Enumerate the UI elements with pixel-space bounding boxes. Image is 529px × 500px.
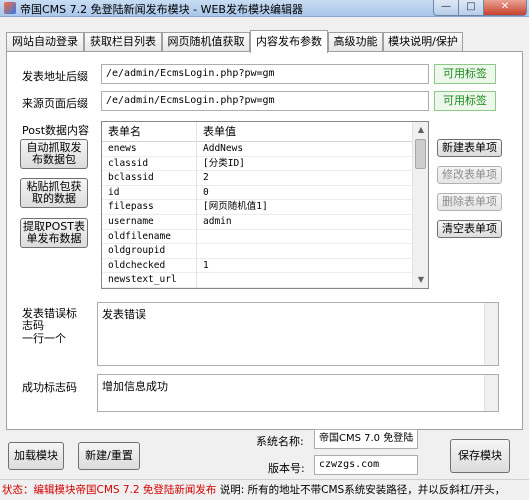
grid-row[interactable]: id 0 bbox=[102, 186, 414, 201]
paste-grab-button[interactable]: 粘贴抓包获取的数据 bbox=[20, 178, 88, 208]
source-url-label: 来源页面后缀 bbox=[22, 97, 88, 110]
post-url-label: 发表地址后缀 bbox=[22, 70, 88, 83]
grid-cell-value: [分类ID] bbox=[203, 157, 245, 169]
status-text: 状态：编辑模块帝国CMS 7.2 免登陆新闻发布 bbox=[2, 484, 217, 496]
header-form-value: 表单值 bbox=[203, 125, 236, 138]
grid-cell-value bbox=[197, 230, 413, 244]
grid-cell-name: bclassid bbox=[108, 172, 154, 184]
tab-content-publish-params[interactable]: 内容发布参数 bbox=[250, 30, 328, 53]
extract-post-button[interactable]: 提取POST表单发布数据 bbox=[20, 218, 88, 248]
grid-row[interactable]: enews AddNews bbox=[102, 142, 414, 157]
tab-module-info[interactable]: 模块说明/保护 bbox=[383, 32, 463, 52]
scroll-down-arrow-icon[interactable]: ▼ bbox=[413, 272, 428, 288]
post-url-tags-button[interactable]: 可用标签 bbox=[434, 64, 496, 84]
grid-row[interactable]: filepass [网页随机值1] bbox=[102, 200, 414, 215]
clear-items-button[interactable]: 清空表单项 bbox=[437, 220, 502, 238]
post-data-label: Post数据内容 bbox=[22, 124, 90, 137]
header-form-name: 表单名 bbox=[108, 125, 141, 138]
scroll-thumb[interactable] bbox=[415, 139, 426, 169]
success-code-label: 成功标志码 bbox=[22, 381, 77, 394]
grid-row[interactable]: bclassid 2 bbox=[102, 171, 414, 186]
source-url-tags-button[interactable]: 可用标签 bbox=[434, 91, 496, 111]
grid-cell-value: AddNews bbox=[203, 143, 244, 154]
grid-row[interactable]: oldchecked 1 bbox=[102, 259, 414, 274]
grid-cell-name: username bbox=[108, 216, 154, 227]
grid-cell-name: oldfilename bbox=[108, 230, 171, 242]
grid-cell-value: admin bbox=[203, 216, 232, 227]
title-bar: 帝国CMS 7.2 免登陆新闻发布模块 - WEB发布模块编辑器 — □ ✕ bbox=[0, 0, 529, 17]
grid-scrollbar[interactable]: ▲ ▼ bbox=[412, 122, 428, 288]
save-module-button[interactable]: 保存模块 bbox=[450, 439, 510, 473]
grid-cell-name: filepass bbox=[108, 201, 154, 213]
grid-cell-value: 1 bbox=[203, 259, 209, 271]
scroll-up-arrow-icon[interactable]: ▲ bbox=[413, 122, 428, 138]
maximize-button[interactable]: □ bbox=[458, 0, 484, 16]
delete-item-button[interactable]: 删除表单项 bbox=[437, 193, 502, 211]
minimize-button[interactable]: — bbox=[433, 0, 459, 16]
post-data-grid[interactable]: 表单名 表单值 enews AddNews classid [分类ID] bclassi… bbox=[101, 121, 429, 289]
grid-row[interactable]: newstext_url bbox=[102, 273, 414, 288]
grid-header: 表单名 表单值 bbox=[102, 122, 414, 142]
post-url-input[interactable]: /e/admin/EcmsLogin.php?pw=gm bbox=[101, 64, 429, 84]
system-name-label: 系统名称: bbox=[256, 435, 304, 448]
grid-cell-value: 2 bbox=[203, 172, 209, 184]
tab-random-value[interactable]: 网页随机值获取 bbox=[162, 32, 250, 52]
success-textarea-scrollbar[interactable] bbox=[484, 375, 498, 411]
grid-row[interactable]: oldfilename bbox=[102, 230, 414, 245]
error-code-value: 发表错误 bbox=[102, 308, 146, 321]
version-input[interactable]: czwzgs.com bbox=[314, 455, 418, 475]
success-code-value: 增加信息成功 bbox=[102, 380, 168, 393]
success-code-textarea[interactable]: 增加信息成功 bbox=[97, 374, 499, 412]
grid-row[interactable]: classid [分类ID] bbox=[102, 157, 414, 172]
grid-cell-name: oldchecked bbox=[108, 259, 166, 271]
grid-cell-value: 0 bbox=[203, 186, 209, 198]
grid-cell-name: newstext_url bbox=[108, 274, 177, 286]
grid-cell-value bbox=[197, 244, 413, 258]
tab-bar: 网站自动登录 获取栏目列表 网页随机值获取 内容发布参数 高级功能 模块说明/保… bbox=[6, 30, 523, 53]
load-module-button[interactable]: 加载模块 bbox=[8, 442, 64, 470]
app-icon bbox=[4, 2, 16, 14]
error-code-label-line3: 一行一个 bbox=[22, 332, 66, 345]
tab-advanced[interactable]: 高级功能 bbox=[328, 32, 383, 52]
grid-cell-name: oldgroupid bbox=[108, 245, 166, 257]
grid-cell-name: classid bbox=[108, 157, 149, 169]
system-name-input[interactable]: 帝国CMS 7.0 免登陆 bbox=[314, 429, 418, 449]
new-reset-button[interactable]: 新建/重置 bbox=[78, 442, 140, 470]
grid-row[interactable]: oldgroupid bbox=[102, 244, 414, 259]
window-title: 帝国CMS 7.2 免登陆新闻发布模块 - WEB发布模块编辑器 bbox=[20, 3, 303, 16]
tab-get-column-list[interactable]: 获取栏目列表 bbox=[84, 32, 162, 52]
error-textarea-scrollbar[interactable] bbox=[484, 303, 498, 365]
source-url-input[interactable]: /e/admin/EcmsLogin.php?pw=gm bbox=[101, 91, 429, 111]
close-button[interactable]: ✕ bbox=[483, 0, 527, 16]
error-code-textarea[interactable]: 发表错误 bbox=[97, 302, 499, 366]
grid-cell-value bbox=[197, 273, 413, 287]
grid-cell-name: enews bbox=[108, 143, 137, 154]
status-note: 说明: 所有的地址不带CMS系统安装路径，并以反斜杠/开头， bbox=[216, 484, 506, 496]
new-item-button[interactable]: 新建表单项 bbox=[437, 139, 502, 157]
grid-cell-name: id bbox=[108, 186, 120, 198]
auto-grab-button[interactable]: 自动抓取发布数据包 bbox=[20, 139, 88, 169]
tab-site-auto-login[interactable]: 网站自动登录 bbox=[6, 32, 84, 52]
version-label: 版本号: bbox=[268, 462, 305, 475]
status-bar: 状态：编辑模块帝国CMS 7.2 免登陆新闻发布 说明: 所有的地址不带CMS系… bbox=[0, 479, 529, 500]
edit-item-button[interactable]: 修改表单项 bbox=[437, 166, 502, 184]
grid-cell-value: [网页随机值1] bbox=[203, 201, 268, 213]
column-separator bbox=[196, 122, 197, 288]
grid-row[interactable]: username admin bbox=[102, 215, 414, 230]
